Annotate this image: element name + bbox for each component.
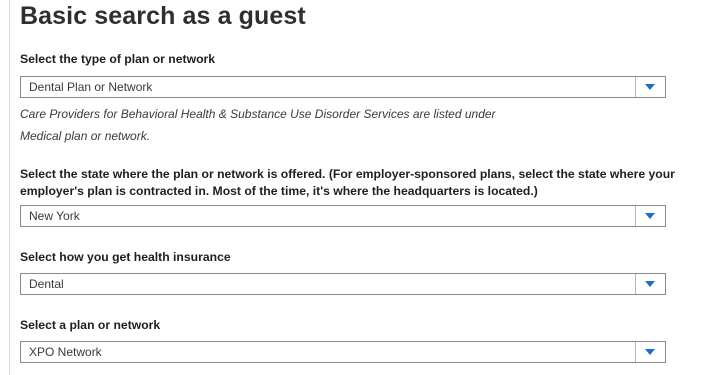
behavioral-health-note-line2: Medical plan or network.	[20, 129, 151, 143]
chevron-down-icon	[645, 281, 655, 287]
state-label: Select the state where the plan or netwo…	[20, 167, 675, 198]
insurance-source-value: Dental	[29, 277, 64, 291]
insurance-source-label: Select how you get health insurance	[20, 250, 231, 264]
chevron-down-icon	[645, 84, 655, 90]
plan-type-value: Dental Plan or Network	[29, 80, 153, 94]
state-select[interactable]: New York	[20, 205, 666, 227]
plan-type-label: Select the type of plan or network	[20, 52, 216, 66]
state-dropdown-button[interactable]	[635, 206, 665, 226]
chevron-down-icon	[645, 213, 655, 219]
page-title: Basic search as a guest	[20, 2, 306, 30]
network-label: Select a plan or network	[20, 318, 161, 332]
state-value: New York	[29, 209, 80, 223]
behavioral-health-note-line1: Care Providers for Behavioral Health & S…	[20, 107, 496, 121]
guest-search-panel: Basic search as a guest Select the type …	[9, 0, 708, 375]
plan-type-select[interactable]: Dental Plan or Network	[20, 76, 666, 98]
chevron-down-icon	[645, 349, 655, 355]
insurance-source-dropdown-button[interactable]	[635, 274, 665, 294]
plan-type-dropdown-button[interactable]	[635, 77, 665, 97]
insurance-source-select[interactable]: Dental	[20, 273, 666, 295]
network-select[interactable]: XPO Network	[20, 341, 666, 363]
network-dropdown-button[interactable]	[635, 342, 665, 362]
network-value: XPO Network	[29, 345, 102, 359]
